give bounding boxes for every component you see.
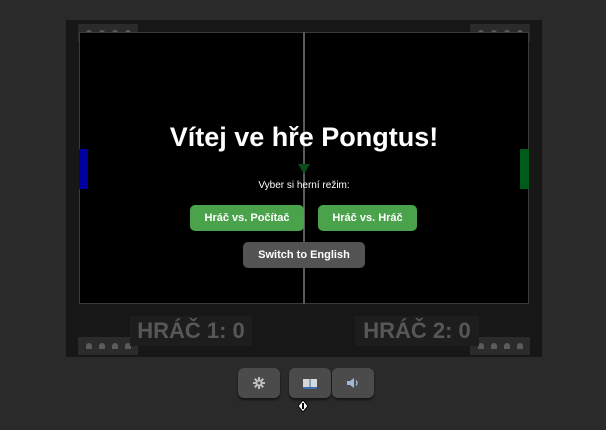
corner-bracket — [470, 337, 530, 355]
book-icon — [303, 378, 317, 389]
sound-button[interactable] — [332, 368, 374, 398]
player-vs-computer-button[interactable]: Hráč vs. Počítač — [190, 205, 304, 231]
gear-icon — [253, 377, 265, 389]
rules-button[interactable] — [289, 368, 331, 398]
player1-score: HRÁČ 1: 0 — [130, 316, 252, 346]
player2-score: HRÁČ 2: 0 — [355, 316, 479, 346]
mode-prompt: Vyber si herní režim: — [258, 180, 350, 191]
player-vs-player-button[interactable]: Hráč vs. Hráč — [318, 205, 417, 231]
welcome-title: Vítej ve hře Pongtus! — [169, 122, 439, 152]
corner-bracket — [78, 337, 138, 355]
ball — [298, 164, 310, 174]
mouse-cursor-icon — [298, 400, 308, 412]
switch-language-button[interactable]: Switch to English — [243, 242, 365, 268]
settings-button[interactable] — [238, 368, 280, 398]
speaker-icon — [347, 378, 358, 388]
